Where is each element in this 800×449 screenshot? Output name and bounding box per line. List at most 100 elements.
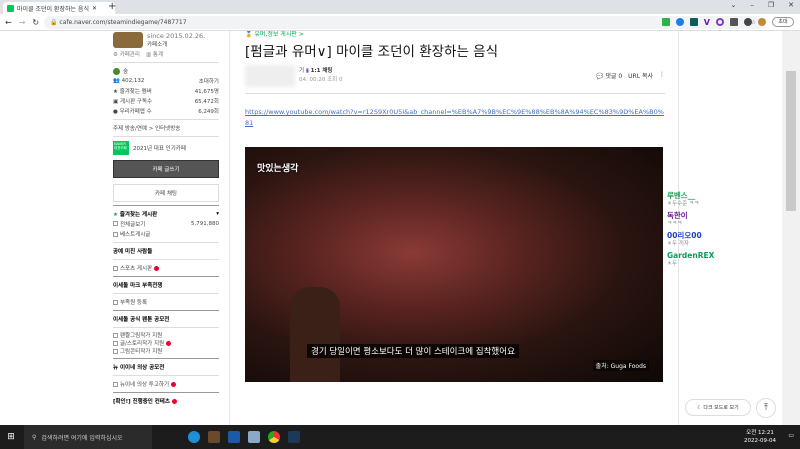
all-posts-link[interactable]: 전체글보기 <box>120 222 145 228</box>
extension-icon[interactable] <box>661 18 670 26</box>
steam-icon[interactable] <box>288 431 300 443</box>
tab-title: 마이클 조던이 환장하는 음식 <box>17 5 89 13</box>
extension-icon[interactable] <box>730 18 738 26</box>
chrome-icon[interactable] <box>268 431 280 443</box>
profile-button[interactable]: 초대 <box>772 17 794 27</box>
scroll-to-top-button[interactable]: ⤒ <box>756 398 776 418</box>
stat-label: 우리카페앱 수 <box>119 109 152 115</box>
youtube-link[interactable]: https://www.youtube.com/watch?v=r12S9Xr0… <box>245 107 665 129</box>
menu-item[interactable]: 팬짤그림작가 지원 <box>120 331 162 339</box>
forward-button[interactable]: → <box>19 18 26 27</box>
search-icon: ⚲ <box>32 433 37 441</box>
scrollbar[interactable] <box>782 31 800 425</box>
v-app-icon[interactable] <box>228 431 240 443</box>
live-chat: 루벤스__ ㅊ두수준 ㅋㅋ 독한이 ㅋㅋㅋ 00리오00 ㅊ두 끼자 GardenRE… <box>667 191 714 271</box>
menu-item[interactable]: 그림콘티작가 지원 <box>120 347 162 355</box>
best-posts-link[interactable]: 베스트게시글 <box>120 230 150 238</box>
lock-icon: 🔒 <box>50 19 60 26</box>
stats-link[interactable]: ▥ 통계 <box>146 50 163 58</box>
close-window-button[interactable]: ✕ <box>788 1 794 9</box>
url-text: cafe.naver.com/steamindiegame/7487717 <box>59 19 187 26</box>
dark-mode-button[interactable]: ☾ 다크 모드로 보기 <box>685 399 751 416</box>
address-bar[interactable]: 🔒 cafe.naver.com/steamindiegame/7487717 ☆ <box>44 16 764 29</box>
browser-tab[interactable]: 마이클 조던이 환장하는 음식 ✕ <box>3 2 115 14</box>
chevron-down-icon[interactable]: ▾ <box>216 211 219 217</box>
menu-group-title: 뉴 이이네 의상 공모전 <box>113 365 165 371</box>
video-thumbnail[interactable]: 맛있는생각 경기 당일이면 평소보다도 더 많이 스테이크에 집착했어요 출처:… <box>245 147 663 382</box>
menu-item[interactable]: 글/스토리작가 지원 <box>120 339 164 347</box>
menu-item[interactable]: 뉴이네 의상 투고하기 <box>120 380 169 388</box>
minecraft-icon[interactable] <box>208 431 220 443</box>
stat-value: 65,472회 <box>194 99 219 105</box>
cafe-intro-link[interactable]: 카페소개 <box>147 40 205 48</box>
write-post-button[interactable]: 카페 글쓰기 <box>113 160 219 178</box>
chat-badge[interactable]: 1:1 채팅 <box>311 68 333 74</box>
edge-icon[interactable] <box>188 431 200 443</box>
cafe-logo <box>113 32 143 48</box>
chat-user[interactable]: 00리오00 <box>667 231 714 240</box>
more-options-icon[interactable]: ⋮ <box>659 71 665 80</box>
menu-item[interactable]: 부족원 등록 <box>120 298 147 306</box>
url-copy-button[interactable]: URL 복사 <box>628 71 653 80</box>
extension-icon[interactable]: V <box>704 18 710 27</box>
notification-icon[interactable]: ▭ <box>788 432 794 439</box>
tab-search-icon[interactable]: ⌄ <box>730 1 736 9</box>
reload-button[interactable]: ↻ <box>32 18 39 27</box>
author-avatar-blurred <box>245 65 295 87</box>
clock[interactable]: 오전 12:21 2022-09-04 <box>744 429 776 445</box>
post-date: 04. 00:20 <box>299 77 326 83</box>
restore-button[interactable]: ❐ <box>768 1 774 9</box>
menu-item[interactable]: 스포츠 게시판 <box>120 264 152 272</box>
cafe-chat-button[interactable]: 카페 채팅 <box>113 184 219 202</box>
extension-icon[interactable] <box>689 18 698 26</box>
cafe-level: 숲 <box>123 69 129 75</box>
back-button[interactable]: ← <box>5 18 12 27</box>
puzzle-icon[interactable] <box>744 18 752 26</box>
invite-link[interactable]: 초대하기 <box>199 77 219 85</box>
chat-message: ㅊ두 끼자 <box>667 241 689 247</box>
comment-button[interactable]: 💬 댓글 0 <box>596 71 622 80</box>
award-text: 2021년 대표 인기카페 <box>133 146 186 152</box>
new-tab-button[interactable]: + <box>108 1 116 12</box>
stat-label: 게시판 구독수 <box>119 99 153 105</box>
chat-user[interactable]: GardenREX <box>667 251 714 260</box>
video-caption: 경기 당일이면 평소보다도 더 많이 스테이크에 집착했어요 <box>307 344 519 358</box>
menu-group-title: 이세돌 마크 부족전쟁 <box>113 283 163 289</box>
cafe-manage-link[interactable]: ⚙ 카페관리 <box>113 50 140 58</box>
person-figure <box>290 287 340 382</box>
author-name[interactable]: 기 <box>299 68 304 74</box>
taskbar-search[interactable]: ⚲ 검색하려면 여기에 입력하십시오 <box>24 425 152 449</box>
extension-icon[interactable] <box>716 18 724 26</box>
windows-start-icon[interactable]: ⊞ <box>0 432 22 442</box>
members-icon: 👥 <box>113 78 120 84</box>
menu-group-title: [확인!] 진행중인 컨테츠 <box>113 399 170 405</box>
minimize-button[interactable]: – <box>750 1 754 9</box>
cafe-topic[interactable]: 주제 방송/연예 > 인터넷방송 <box>113 123 219 133</box>
favorites-header[interactable]: 즐겨찾는 게시판 <box>120 212 157 218</box>
view-count: 조회 0 <box>327 77 343 83</box>
chat-user[interactable]: 독한이 <box>667 211 714 220</box>
video-overlay-title: 맛있는생각 <box>257 164 299 174</box>
since-date: since 2015.02.26. <box>147 32 206 40</box>
new-badge-icon <box>166 340 172 346</box>
cafe-sidebar: since 2015.02.26. 카페소개 ⚙ 카페관리 ▥ 통계 숲 👥 402… <box>113 32 219 405</box>
app-icon[interactable] <box>248 431 260 443</box>
member-count: 402,132 <box>121 78 145 84</box>
new-badge-icon <box>171 381 177 387</box>
close-tab-icon[interactable]: ✕ <box>92 5 97 12</box>
stat-value: 41,675명 <box>194 89 219 95</box>
tab-bar: 마이클 조던이 환장하는 음식 ✕ + ⌄ – ❐ ✕ <box>0 0 800 14</box>
chat-message: ㅋㅋㅋ <box>667 221 683 227</box>
menu-group-title: 공예 미친 사람들 <box>113 249 153 255</box>
chat-message: ㅊ두 <box>667 261 678 267</box>
board-link[interactable]: 유머,정보 게시판 > <box>254 31 303 38</box>
avatar[interactable] <box>758 18 766 26</box>
naver-cafe-icon <box>7 4 14 12</box>
level-icon <box>113 67 120 75</box>
stat-value: 6,249회 <box>198 109 219 115</box>
post-content: 🏅 유머,정보 게시판 > [펌글과 유머∨] 마이클 조던이 환장하는 음식 … <box>245 31 665 129</box>
extension-icon[interactable] <box>675 18 684 26</box>
video-source: 출처: Guga Foods <box>592 360 649 371</box>
post-title: [펌글과 유머∨] 마이클 조던이 환장하는 음식 <box>245 44 499 60</box>
chat-user[interactable]: 루벤스__ <box>667 191 714 200</box>
